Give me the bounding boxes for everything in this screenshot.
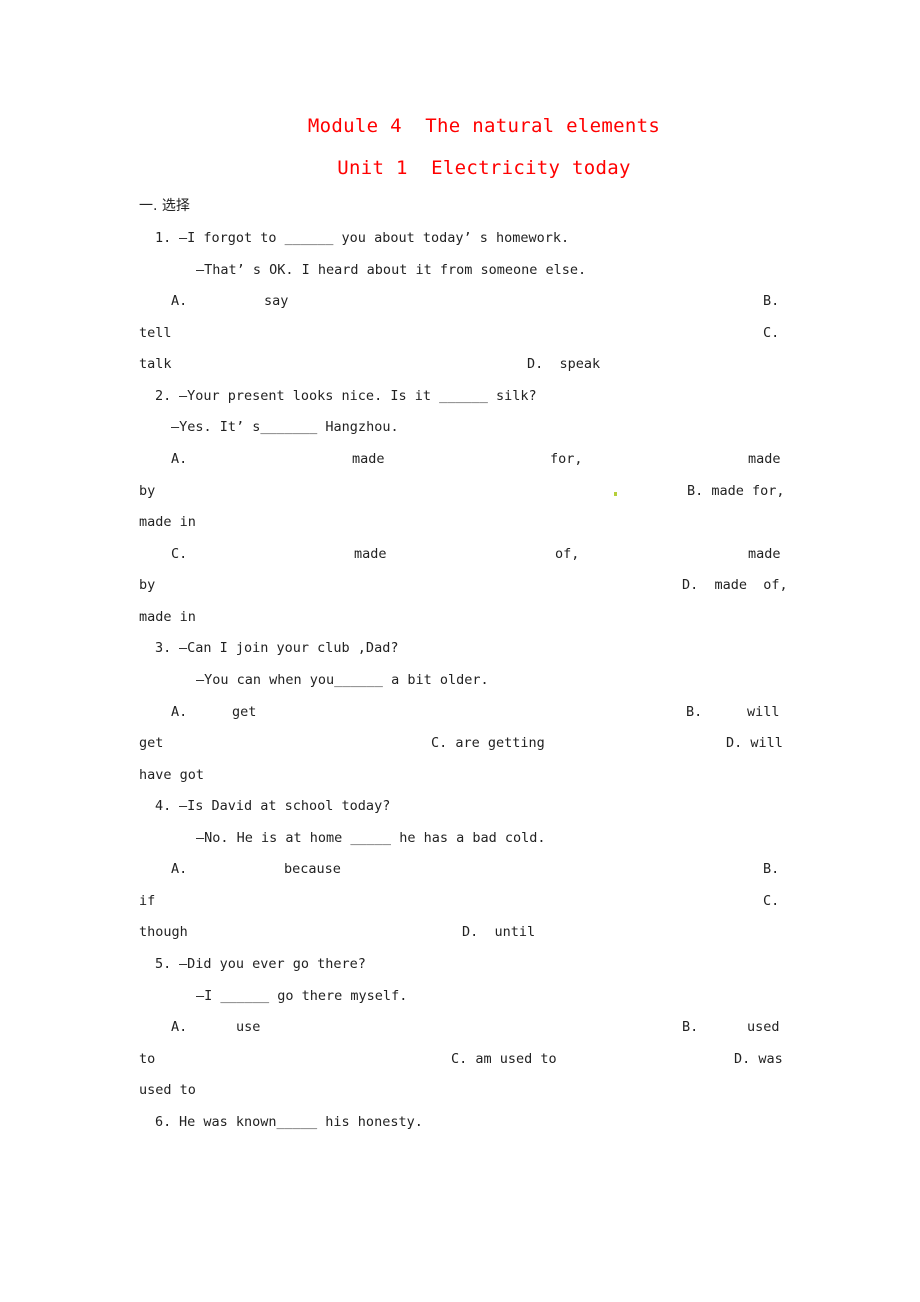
option-b-label: B. — [686, 704, 703, 720]
question-prompt: —Did you ever go there? — [179, 956, 366, 972]
option-d: D. was — [734, 1051, 783, 1067]
option-d-text: made in — [139, 609, 196, 625]
option-a-text: because — [284, 861, 341, 877]
question-prompt: —I forgot to ______ you about today’ s h… — [179, 230, 570, 246]
question-reply: —That’ s OK. I heard about it from someo… — [196, 262, 587, 278]
option-c-text: made — [354, 546, 387, 562]
option-c-text: of, — [555, 546, 580, 562]
question-reply: —I ______ go there myself. — [196, 988, 408, 1004]
option-c-text: by — [139, 577, 156, 593]
question-prompt: —Is David at school today? — [179, 798, 391, 814]
option-a-label: A. — [171, 451, 188, 467]
option-b-text: get — [139, 735, 164, 751]
option-a-text: get — [232, 704, 257, 720]
option-b-label: B. — [763, 293, 780, 309]
question-prompt: —Can I join your club ,Dad? — [179, 640, 399, 656]
question-number: 6. — [155, 1114, 172, 1130]
question-reply: —Yes. It’ s_______ Hangzhou. — [171, 419, 399, 435]
option-b-text: if — [139, 893, 156, 909]
option-c: C. am used to — [451, 1051, 557, 1067]
question-reply: —No. He is at home _____ he has a bad co… — [196, 830, 546, 846]
option-d-text: have got — [139, 767, 205, 783]
option-b-text: tell — [139, 325, 172, 341]
option-b-label: B. — [682, 1019, 699, 1035]
option-c-text: though — [139, 924, 188, 940]
option-d: D. made of, — [682, 577, 788, 593]
question-number: 4. — [155, 798, 172, 814]
option-a-text: for, — [550, 451, 583, 467]
option-a-text: say — [264, 293, 289, 309]
option-a-label: A. — [171, 1019, 188, 1035]
question-number: 3. — [155, 640, 172, 656]
option-d: D. will — [726, 735, 783, 751]
question-number: 5. — [155, 956, 172, 972]
option-d: D. until — [462, 924, 536, 940]
option-a-label: A. — [171, 704, 188, 720]
option-b-text: made in — [139, 514, 196, 530]
section-heading: 一. 选择 — [139, 198, 190, 214]
option-d: D. speak — [527, 356, 601, 372]
option-b: B. made for, — [687, 483, 785, 499]
option-b-text: to — [139, 1051, 156, 1067]
option-c-label: C. — [763, 325, 780, 341]
option-c-label: C. — [763, 893, 780, 909]
option-a-text: by — [139, 483, 156, 499]
option-a-text: made — [748, 451, 781, 467]
question-reply: —You can when you______ a bit older. — [196, 672, 489, 688]
option-b-text: will — [747, 704, 780, 720]
question-number: 2. — [155, 388, 172, 404]
question-prompt: He was known_____ his honesty. — [179, 1114, 423, 1130]
option-a-text: made — [352, 451, 385, 467]
option-c-label: C. — [171, 546, 188, 562]
option-c-text: talk — [139, 356, 172, 372]
option-a-label: A. — [171, 861, 188, 877]
document-page: Module 4 The natural elements Unit 1 Ele… — [0, 0, 920, 1302]
option-b-text: used — [747, 1019, 780, 1035]
document-subtitle: Unit 1 Electricity today — [337, 157, 631, 179]
option-b-label: B. — [763, 861, 780, 877]
question-number: 1. — [155, 230, 172, 246]
stray-mark — [614, 492, 617, 496]
option-c-text: made — [748, 546, 781, 562]
question-prompt: —Your present looks nice. Is it ______ s… — [179, 388, 537, 404]
option-c: C. are getting — [431, 735, 545, 751]
document-title: Module 4 The natural elements — [307, 115, 661, 137]
option-a-text: use — [236, 1019, 261, 1035]
option-a-label: A. — [171, 293, 188, 309]
option-d-text: used to — [139, 1082, 196, 1098]
